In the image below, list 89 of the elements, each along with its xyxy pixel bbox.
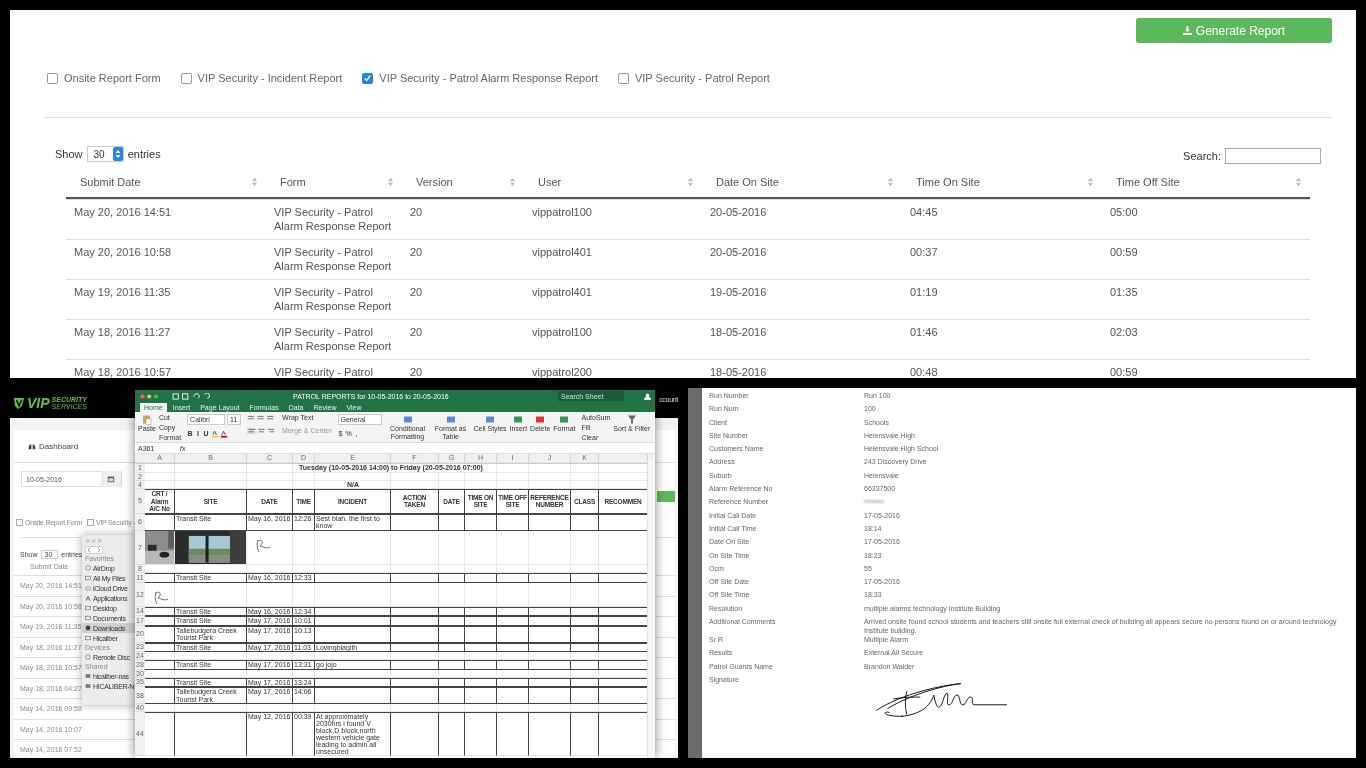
generate-report-button[interactable] — [657, 491, 675, 502]
checkbox[interactable] — [180, 72, 192, 84]
sort-icon[interactable] — [387, 177, 394, 187]
table-cell: 18-05-2016 — [710, 366, 767, 378]
sort-icon[interactable] — [887, 177, 894, 187]
table-cell: vippatrol100 — [532, 206, 592, 218]
sort-icon[interactable] — [509, 177, 516, 187]
checkbox[interactable] — [47, 72, 58, 84]
user-icon[interactable] — [644, 392, 651, 400]
table-cell: VIP Security - Patrol Alarm Response Report — [274, 206, 392, 232]
show-label: Show — [55, 148, 83, 160]
table-cell: 20-05-2016 — [710, 246, 767, 258]
table-cell: VIP Security - Patrol — [274, 366, 373, 378]
cloud-icon — [85, 585, 91, 591]
search-field[interactable] — [1225, 148, 1321, 164]
table-cell: May 19, 2016 11:35 — [74, 286, 171, 298]
search-label: Search: — [1183, 150, 1221, 162]
format-icon — [559, 414, 570, 425]
table-cell: 00:59 — [1110, 366, 1138, 378]
table-cell: May 18, 2016 11:27 — [74, 326, 171, 338]
table-cell: 20 — [410, 206, 423, 218]
table-cell: 00:37 — [910, 246, 938, 258]
table-cell: 20 — [410, 286, 423, 298]
entries-select[interactable]: 30 — [86, 146, 124, 162]
table-cell: 00:48 — [910, 366, 938, 378]
delete-icon — [535, 414, 546, 425]
checkbox-label: VIP Security - Incident Report — [197, 72, 343, 84]
checkbox[interactable] — [362, 72, 374, 84]
shield-logo-icon — [13, 397, 25, 409]
table-cell: 05:00 — [1110, 206, 1138, 218]
applications-icon — [85, 595, 91, 601]
sort-icon[interactable] — [1087, 177, 1094, 187]
table-cell: 01:19 — [910, 286, 938, 298]
entries-label: entries — [127, 148, 161, 160]
table-cell: vippatrol401 — [532, 286, 592, 298]
column-header[interactable]: Time Off Site — [1116, 176, 1180, 188]
table-cell: 00:59 — [1110, 246, 1138, 258]
checkbox[interactable] — [617, 72, 629, 84]
table-cell: 20 — [410, 326, 423, 338]
disc-icon — [85, 654, 91, 660]
checkbox[interactable] — [16, 519, 23, 526]
logo-text: VIP — [27, 395, 50, 411]
table-cell: 20 — [410, 366, 423, 378]
column-header[interactable]: Version — [416, 176, 453, 188]
table-cell: May 18, 2016 10:57 — [74, 366, 172, 378]
sort-icon[interactable] — [687, 177, 694, 187]
column-header[interactable]: Time On Site — [916, 176, 980, 188]
checkbox-label: Onsite Report Form — [64, 72, 161, 84]
checkbox-label: VIP Security - Patrol Alarm Response Report — [379, 72, 598, 84]
color-icon[interactable] — [211, 430, 230, 438]
dashboard-icon — [28, 442, 36, 450]
table-icon — [445, 414, 456, 425]
table-cell: VIP Security - Patrol Alarm Response Report — [274, 246, 392, 272]
column-header[interactable]: Date On Site — [716, 176, 779, 188]
table-cell: VIP Security - Patrol Alarm Response Report — [274, 286, 392, 312]
checkbox[interactable] — [86, 519, 94, 526]
table-cell: vippatrol200 — [532, 366, 592, 378]
table-cell: 01:35 — [1110, 286, 1138, 298]
scrollbar[interactable] — [647, 460, 655, 758]
table-cell: 02:03 — [1110, 326, 1138, 338]
table-cell: 18-05-2016 — [710, 326, 767, 338]
table-cell: VIP Security - Patrol Alarm Response Report — [274, 326, 392, 352]
filter-icon — [626, 414, 637, 425]
table-cell: 20-05-2016 — [710, 206, 767, 218]
page-title: Dashboard — [39, 441, 79, 451]
table-cell: vippatrol401 — [532, 246, 592, 258]
sort-icon[interactable] — [1295, 177, 1302, 187]
calendar-icon[interactable] — [101, 471, 121, 487]
airdrop-icon — [85, 565, 91, 571]
sort-icon[interactable] — [251, 177, 258, 187]
column-header[interactable]: Form — [280, 176, 306, 188]
column-header[interactable]: Submit Date — [80, 176, 141, 188]
insert-icon — [513, 414, 524, 425]
table-cell: May 20, 2016 10:58 — [74, 246, 172, 258]
table-cell: vippatrol100 — [532, 326, 592, 338]
column-header[interactable]: User — [538, 176, 562, 188]
window-buttons-icon[interactable] — [139, 392, 161, 400]
spinner-icon — [112, 147, 123, 161]
folder-icon — [85, 635, 91, 641]
conditional-format-icon — [402, 414, 413, 425]
redacted-value — [864, 500, 884, 504]
table-cell: May 20, 2016 14:51 — [74, 206, 172, 218]
table-cell: 01:46 — [910, 326, 938, 338]
cell-styles-icon — [485, 414, 496, 425]
table-cell: 19-05-2016 — [710, 286, 767, 298]
back-forward-icon[interactable] — [85, 546, 103, 554]
table-cell: 04:45 — [910, 206, 938, 218]
checkbox-label: VIP Security - Patrol Report — [634, 72, 770, 84]
table-cell: 20 — [410, 246, 423, 258]
